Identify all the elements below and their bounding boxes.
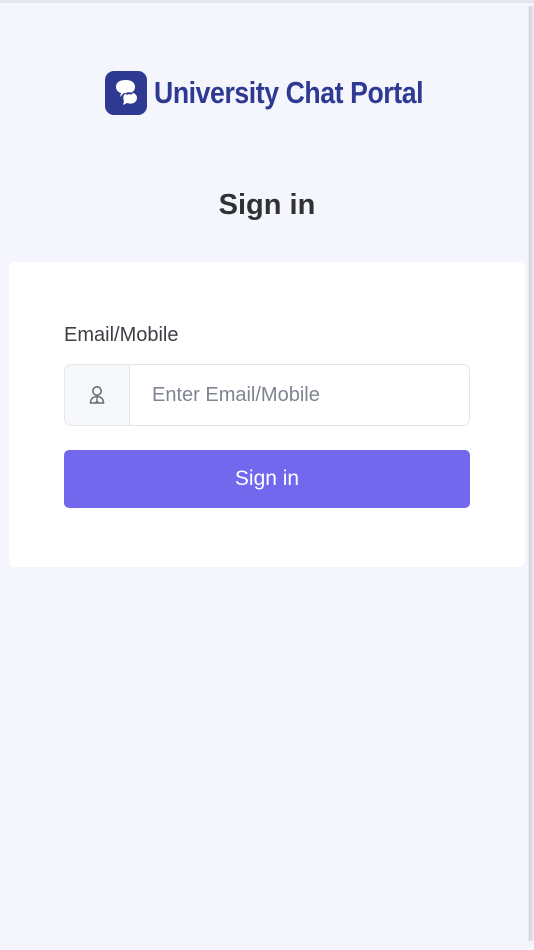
email-mobile-input-group <box>64 364 470 426</box>
signin-card: Email/Mobile Sign in <box>9 262 525 567</box>
scrollbar-thumb[interactable] <box>529 6 532 941</box>
email-mobile-label: Email/Mobile <box>64 324 179 346</box>
chat-bubbles-icon <box>105 71 148 115</box>
signin-button[interactable]: Sign in <box>64 450 470 508</box>
email-mobile-input[interactable] <box>130 365 469 425</box>
signin-page: University Chat Portal Sign in Email/Mob… <box>0 0 534 950</box>
scrollbar[interactable] <box>528 6 534 941</box>
brand-header: University Chat Portal <box>0 71 534 115</box>
page-title: Sign in <box>218 189 316 221</box>
brand-name: University Chat Portal <box>154 75 424 110</box>
user-icon <box>65 365 130 425</box>
